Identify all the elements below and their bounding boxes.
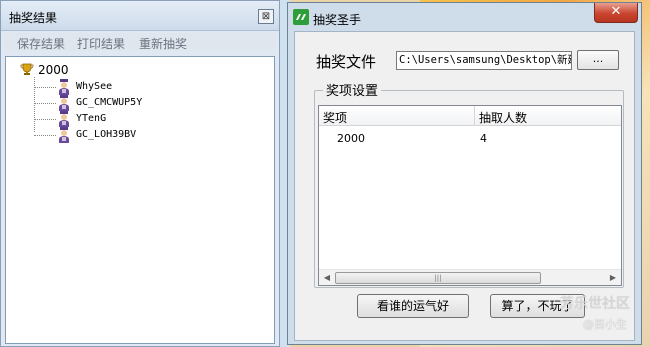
tree-item[interactable]: WhySee: [34, 79, 234, 95]
tree-item[interactable]: GC_LOH39BV: [34, 127, 234, 143]
close-icon[interactable]: ⊠: [258, 9, 274, 24]
result-tree[interactable]: 2000 WhySee GC_CMCWUP5Y YTenG GC_LOH39BV: [5, 56, 275, 344]
close-icon[interactable]: ✕: [594, 3, 638, 23]
tree-item[interactable]: GC_CMCWUP5Y: [34, 95, 234, 111]
menu-print-result[interactable]: 打印结果: [77, 35, 125, 52]
tree-item-label: WhySee: [76, 81, 113, 92]
tree-connector: [34, 103, 56, 104]
scroll-left-icon[interactable]: ◀: [321, 272, 333, 284]
tree-connector: [34, 119, 56, 120]
browse-button[interactable]: ...: [577, 50, 619, 70]
result-window: 抽奖结果 ⊠ 保存结果 打印结果 重新抽奖 2000 WhySee GC_CMC…: [0, 0, 280, 347]
main-window-title: 抽奖圣手: [313, 13, 362, 27]
column-divider[interactable]: [474, 106, 475, 126]
menu-redraw[interactable]: 重新抽奖: [139, 35, 187, 52]
person-icon: [59, 111, 69, 127]
file-label: 抽奖文件: [316, 53, 377, 71]
column-header-count[interactable]: 抽取人数: [479, 109, 527, 126]
list-header: 奖项 抽取人数: [319, 106, 621, 126]
tree-item-label: GC_LOH39BV: [76, 129, 137, 140]
result-window-titlebar[interactable]: 抽奖结果 ⊠: [1, 1, 279, 31]
main-window-titlebar[interactable]: 抽奖圣手 ✕: [288, 3, 641, 29]
tree-connector: [34, 135, 56, 136]
scroll-thumb[interactable]: |||: [335, 272, 541, 284]
file-path-field[interactable]: C:\Users\samsung\Desktop\新建: [396, 51, 572, 70]
cell-prize: 2000: [337, 132, 365, 145]
menu-save-result[interactable]: 保存结果: [17, 35, 65, 52]
column-header-prize[interactable]: 奖项: [323, 109, 347, 126]
person-icon: [59, 127, 69, 143]
result-menu: 保存结果 打印结果 重新抽奖: [5, 33, 275, 51]
tree-connector: [34, 87, 56, 88]
watermark-author: @百小生: [583, 318, 627, 331]
person-icon: [59, 95, 69, 111]
watermark-text: 芳乐世社区: [560, 296, 630, 312]
cell-count: 4: [480, 132, 487, 145]
group-title: 奖项设置: [323, 80, 382, 99]
tree-item-label: YTenG: [76, 113, 107, 124]
tree-root-label: 2000: [38, 63, 69, 77]
trophy-icon: [20, 63, 34, 75]
horizontal-scrollbar[interactable]: ◀ ||| ▶: [319, 269, 621, 285]
app-logo-icon: [293, 9, 309, 25]
draw-button[interactable]: 看谁的运气好: [357, 294, 469, 318]
tree-item-label: GC_CMCWUP5Y: [76, 97, 143, 108]
prize-list[interactable]: 奖项 抽取人数 2000 4 ◀ ||| ▶: [318, 105, 622, 286]
tree-item[interactable]: YTenG: [34, 111, 234, 127]
person-icon: [59, 79, 69, 95]
result-window-title: 抽奖结果: [9, 11, 58, 25]
scroll-right-icon[interactable]: ▶: [607, 272, 619, 284]
